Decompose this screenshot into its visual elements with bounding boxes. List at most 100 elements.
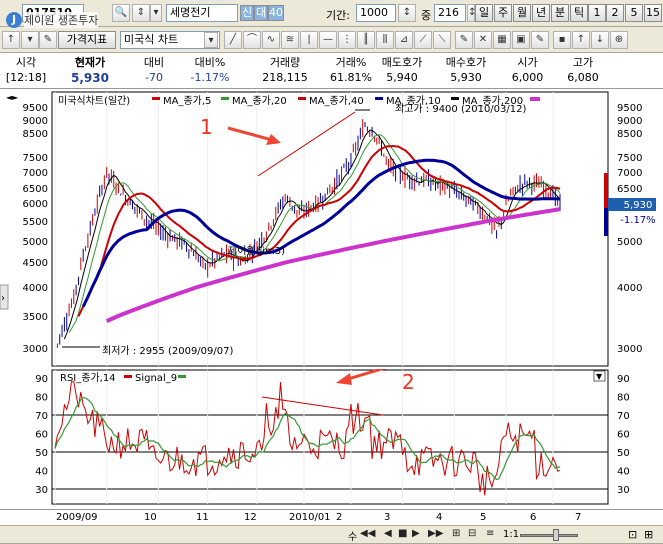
x-axis-label-0: 2009/09 (56, 512, 98, 523)
color-icon[interactable]: ▦ (493, 31, 511, 49)
quote-header-3: 대비% (194, 56, 226, 69)
timeframe-button-6[interactable]: 1 (588, 4, 606, 22)
quote-header-1: 현재가 (74, 56, 106, 69)
badge-margin[interactable]: 40 (268, 5, 284, 21)
zoom-slider-thumb[interactable] (553, 529, 559, 541)
y-tick-right: 8500 (617, 129, 642, 140)
count-spin-icon[interactable]: ↕ (467, 4, 476, 22)
ma10-swatch (375, 97, 383, 100)
zoom-slider[interactable] (520, 534, 578, 537)
rsi-swatch (124, 375, 132, 378)
dotted-line-icon[interactable]: ⋮ (338, 31, 356, 49)
ma200-legend: MA_종가,200 (462, 95, 523, 107)
badge-credit[interactable]: 신 (240, 5, 254, 21)
fibo-arc-icon[interactable]: ∿ (262, 31, 280, 49)
diagonal-down-icon[interactable]: ⟍ (433, 31, 451, 49)
timeframe-button-0[interactable]: 일 (475, 4, 493, 22)
add-icon[interactable]: ⊕ (610, 31, 628, 49)
quote-header-6: 매도호가 (381, 56, 423, 69)
triangle-icon[interactable]: ⊿ (395, 31, 413, 49)
search-icon[interactable]: 🔍 (112, 4, 130, 22)
play-icon[interactable]: ▶ (412, 528, 420, 539)
y-tick-right: 5000 (617, 237, 642, 248)
quote-header-5: 거래% (335, 56, 367, 69)
move-up-icon[interactable]: ↑ (572, 31, 590, 49)
count-label: 중 (421, 9, 432, 22)
timeframe-button-5[interactable]: 틱 (570, 4, 588, 22)
chevron-right-icon[interactable]: › (1, 293, 5, 304)
y-tick-left: 5000 (23, 237, 48, 248)
step-back-icon[interactable]: ◀ (384, 528, 392, 539)
restore-icon[interactable]: ⊡ (628, 528, 637, 541)
chevron-down-icon[interactable]: ▾ (204, 32, 218, 48)
x-axis-label-5: 2 (336, 512, 343, 523)
rsi-y-tick-left: 40 (35, 467, 48, 478)
timeframe-button-7[interactable]: 2 (606, 4, 624, 22)
move-down-icon[interactable]: ↓ (591, 31, 609, 49)
fibo-retracement-icon[interactable]: ⫼ (376, 31, 394, 49)
delete-icon[interactable]: ✕ (474, 31, 492, 49)
up-arrow-icon[interactable]: ↑ (2, 31, 20, 49)
count-input[interactable]: 216 (434, 4, 466, 22)
quote-header-4: 거래량 (269, 56, 301, 69)
rsi-y-tick-left: 60 (35, 430, 48, 441)
y-tick-left: 5500 (23, 217, 48, 228)
dropdown-icon[interactable]: ▾ (21, 31, 39, 49)
quote-value-8: 6,000 (511, 71, 544, 84)
price-chart[interactable]: 최고가 : 9400 (2010/03/12) 최저가 : 2955 (2009… (0, 90, 663, 368)
line-tool-icon[interactable]: ╱ (224, 31, 242, 49)
period-label: 기간: (326, 9, 350, 22)
edit-icon[interactable]: ✎ (39, 31, 57, 49)
expand-icon[interactable]: ◄► (6, 93, 19, 102)
rewind-icon[interactable]: ◀◀ (360, 528, 375, 539)
rsi-y-tick-right: 80 (617, 393, 630, 404)
watermark-text: 제이원 생존투자 (24, 12, 99, 28)
vertical-line-icon[interactable]: | (300, 31, 318, 49)
badge-loan[interactable]: 대 (254, 5, 268, 21)
company-name-field[interactable]: 세명전기 (166, 4, 238, 22)
y-tick-left: 7500 (23, 153, 48, 164)
pencil-icon[interactable]: ✎ (455, 31, 473, 49)
y-tick-left: 3500 (23, 312, 48, 323)
fill-icon[interactable]: ▣ (512, 31, 530, 49)
fast-forward-icon[interactable]: ▶▶ (428, 528, 443, 539)
timeframe-button-1[interactable]: 주 (494, 4, 512, 22)
stop-icon[interactable]: ■ (398, 528, 407, 539)
y-tick-right: 3000 (617, 344, 642, 355)
timeframe-button-3[interactable]: 년 (532, 4, 550, 22)
y-tick-left: 8500 (23, 129, 48, 140)
timeframe-button-4[interactable]: 분 (551, 4, 569, 22)
low-label: 최저가 : 2955 (2009/09/07) (102, 345, 233, 357)
dropdown-icon[interactable]: ▾ (150, 4, 162, 22)
y-tick-left: 4500 (23, 258, 48, 269)
zoom-out-icon[interactable]: ⊟ (468, 528, 476, 539)
panel-menu-glyph[interactable]: ▼ (596, 372, 603, 381)
quote-value-6: 5,940 (386, 71, 418, 84)
rsi-y-tick-left: 50 (35, 448, 48, 459)
timeframe-button-8[interactable]: 5 (625, 4, 643, 22)
sort-icon[interactable]: ⇕ (132, 4, 150, 22)
y-tick-left: 7000 (23, 168, 48, 179)
edit-pen-icon[interactable]: ✎ (531, 31, 549, 49)
quote-value-9: 6,080 (567, 71, 599, 84)
square-icon[interactable]: ▪ (553, 31, 571, 49)
menu-icon[interactable]: ≡ (486, 528, 494, 539)
quote-value-2: -70 (145, 71, 163, 84)
horizontal-line-icon[interactable]: — (319, 31, 337, 49)
channel-icon[interactable]: ║ (357, 31, 375, 49)
timeframe-button-9[interactable]: 15 (644, 4, 662, 22)
maximize-icon[interactable]: ⊞ (644, 528, 653, 541)
nav-label-icon[interactable]: 수 (348, 528, 357, 543)
period-input[interactable]: 1000 (356, 4, 396, 22)
x-axis-label-8: 5 (480, 512, 487, 523)
rsi-y-tick-right: 70 (617, 411, 630, 422)
price-index-button[interactable]: 가격지표 (58, 31, 116, 49)
arc-tool-icon[interactable]: ⌒ (243, 31, 261, 49)
timeframe-button-2[interactable]: 월 (513, 4, 531, 22)
period-spin-icon[interactable]: ↕ (398, 4, 416, 22)
ma20-swatch (221, 97, 229, 100)
diagonal-icon[interactable]: ⟋ (414, 31, 432, 49)
wave-icon[interactable]: ≋ (281, 31, 299, 49)
rsi-chart[interactable]: RSI_종가,14 Signal_9 2 ▼ 90 80 70 60 50 40 30 90 8… (0, 369, 663, 509)
zoom-in-icon[interactable]: ⊞ (452, 528, 460, 539)
